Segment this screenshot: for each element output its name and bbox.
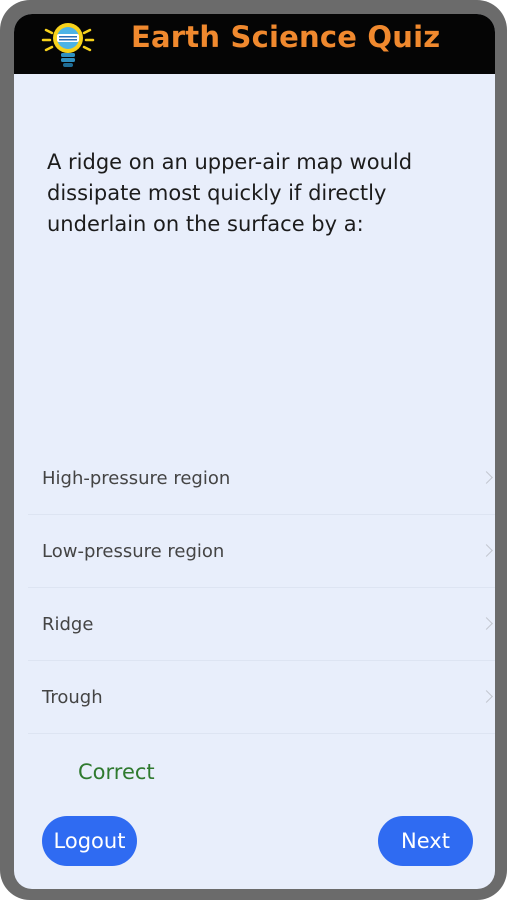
answer-option-trough[interactable]: Trough xyxy=(28,661,495,734)
chevron-right-icon xyxy=(480,471,493,484)
logout-button[interactable]: Logout xyxy=(42,816,137,866)
answer-option-label: Trough xyxy=(42,686,103,708)
result-text: Correct xyxy=(78,760,155,784)
chevron-right-icon xyxy=(480,544,493,557)
app-screen: Earth Science Quiz A ridge on an upper-a… xyxy=(14,14,495,889)
chevron-right-icon xyxy=(480,617,493,630)
answer-option-ridge[interactable]: Ridge xyxy=(28,588,495,661)
lightbulb-icon xyxy=(41,23,95,67)
answer-options-list: High-pressure region Low-pressure region… xyxy=(28,442,495,734)
answer-option-low-pressure-region[interactable]: Low-pressure region xyxy=(28,515,495,588)
device-frame: Earth Science Quiz A ridge on an upper-a… xyxy=(0,0,507,900)
answer-option-high-pressure-region[interactable]: High-pressure region xyxy=(28,442,495,515)
next-button[interactable]: Next xyxy=(378,816,473,866)
answer-option-label: Low-pressure region xyxy=(42,540,225,562)
chevron-right-icon xyxy=(480,690,493,703)
answer-option-label: Ridge xyxy=(42,613,94,635)
question-text: A ridge on an upper-air map would dissip… xyxy=(47,150,413,236)
app-title: Earth Science Quiz xyxy=(131,20,441,54)
app-header: Earth Science Quiz xyxy=(14,14,495,74)
answer-option-label: High-pressure region xyxy=(42,467,231,489)
